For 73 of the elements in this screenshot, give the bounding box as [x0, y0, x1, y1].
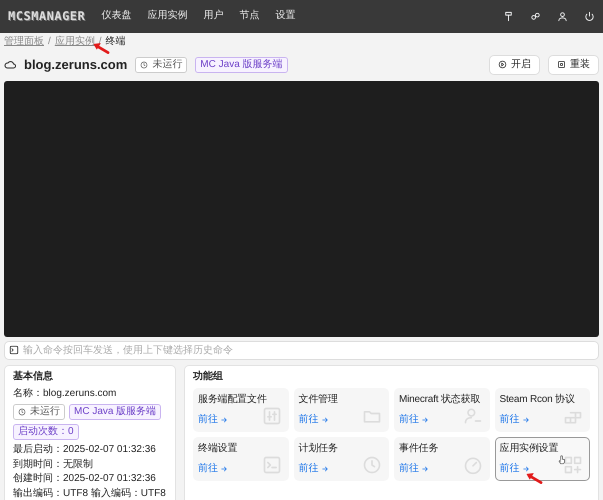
feature-title: Minecraft 状态获取 [399, 394, 480, 406]
pointer-cursor-icon [557, 454, 567, 466]
breadcrumb-separator: / [48, 36, 51, 48]
feature-card[interactable]: 终端设置 前往 [193, 436, 288, 480]
feature-title: 服务端配置文件 [198, 394, 267, 406]
start-button[interactable]: 开启 [489, 54, 540, 75]
feature-card[interactable]: 服务端配置文件 前往 [193, 388, 288, 432]
reinstall-button[interactable]: 重装 [548, 54, 599, 75]
nav-link[interactable]: 设置 [275, 10, 296, 23]
go-link[interactable]: 前往 [298, 463, 328, 476]
feature-card[interactable]: Minecraft 状态获取 前往 [394, 388, 490, 432]
feature-card[interactable]: 事件任务 前往 [394, 436, 490, 480]
feature-title: 文件管理 [298, 394, 338, 406]
go-link[interactable]: 前往 [500, 463, 530, 476]
arrow-right-icon [522, 416, 530, 424]
feature-card[interactable]: Steam Rcon 协议 前往 [494, 388, 590, 432]
nav-link[interactable]: 应用实例 [147, 10, 188, 23]
grid-plus-icon [563, 454, 583, 474]
go-link[interactable]: 前往 [298, 414, 328, 426]
type-badge: MC Java 版服务端 [69, 404, 162, 420]
feature-card[interactable]: 文件管理 前往 [294, 388, 389, 432]
info-text: 输出编码：UTF8 输入编码：UTF8 [13, 488, 167, 500]
cloud-icon [4, 58, 16, 71]
nav-link[interactable]: 用户 [203, 10, 224, 23]
nodes-icon[interactable] [530, 11, 541, 22]
terminal-icon [262, 454, 282, 474]
arrow-right-icon [320, 416, 328, 424]
feature-title: Steam Rcon 协议 [500, 394, 575, 406]
play-icon [498, 60, 507, 70]
arrow-right-icon [522, 465, 530, 474]
instance-name: blog.zeruns.com [24, 56, 128, 73]
info-text: 名称：blog.zeruns.com [13, 388, 118, 400]
clock-icon [362, 454, 382, 474]
status-badge: 未运行 [135, 56, 188, 73]
arrow-right-icon [220, 416, 228, 424]
arrow-right-icon [220, 465, 228, 474]
go-link[interactable]: 前往 [198, 414, 228, 426]
panel-title: 功能组 [193, 371, 224, 384]
brush-icon[interactable] [503, 11, 514, 22]
nav-link[interactable]: 节点 [239, 10, 260, 23]
feature-card[interactable]: 计划任务 前往 [294, 436, 389, 480]
info-text: 最后启动：2025-02-07 01:32:36 [13, 444, 157, 456]
gauge-icon [462, 454, 482, 474]
info-text: 创建时间：2025-02-07 01:32:36 [13, 473, 157, 486]
user-icon[interactable] [557, 11, 568, 22]
panel-title: 基本信息 [13, 371, 54, 384]
feature-title: 应用实例设置 [500, 442, 558, 455]
feature-title: 终端设置 [198, 442, 238, 455]
arrow-right-icon [421, 416, 429, 424]
info-text: 到期时间：无限制 [13, 458, 94, 471]
nav-link[interactable]: 仪表盘 [101, 10, 132, 23]
sliders-icon [262, 406, 282, 426]
clock-icon [140, 60, 148, 69]
breadcrumb-separator: / [98, 36, 102, 48]
go-link[interactable]: 前往 [399, 463, 429, 476]
arrow-right-icon [421, 465, 429, 474]
breadcrumb-current: 终端 [106, 36, 126, 48]
go-link[interactable]: 前往 [198, 463, 228, 476]
go-link[interactable]: 前往 [500, 414, 530, 426]
command-input[interactable]: 输入命令按回车发送，使用上下键选择历史命令 [4, 341, 599, 360]
power-icon[interactable] [584, 11, 595, 22]
terminal-icon [9, 345, 19, 355]
reset-icon [557, 60, 566, 70]
type-badge: MC Java 版服务端 [195, 56, 288, 73]
clock-icon [18, 408, 26, 416]
feature-title: 计划任务 [298, 442, 338, 455]
arrow-right-icon [320, 465, 328, 474]
feature-title: 事件任务 [399, 442, 438, 455]
app-logo: MCSMANAGER [8, 9, 86, 24]
user-search-icon [462, 406, 482, 426]
go-link[interactable]: 前往 [399, 414, 429, 426]
count-badge: 启动次数：0 [13, 424, 79, 440]
status-badge: 未运行 [13, 404, 65, 420]
